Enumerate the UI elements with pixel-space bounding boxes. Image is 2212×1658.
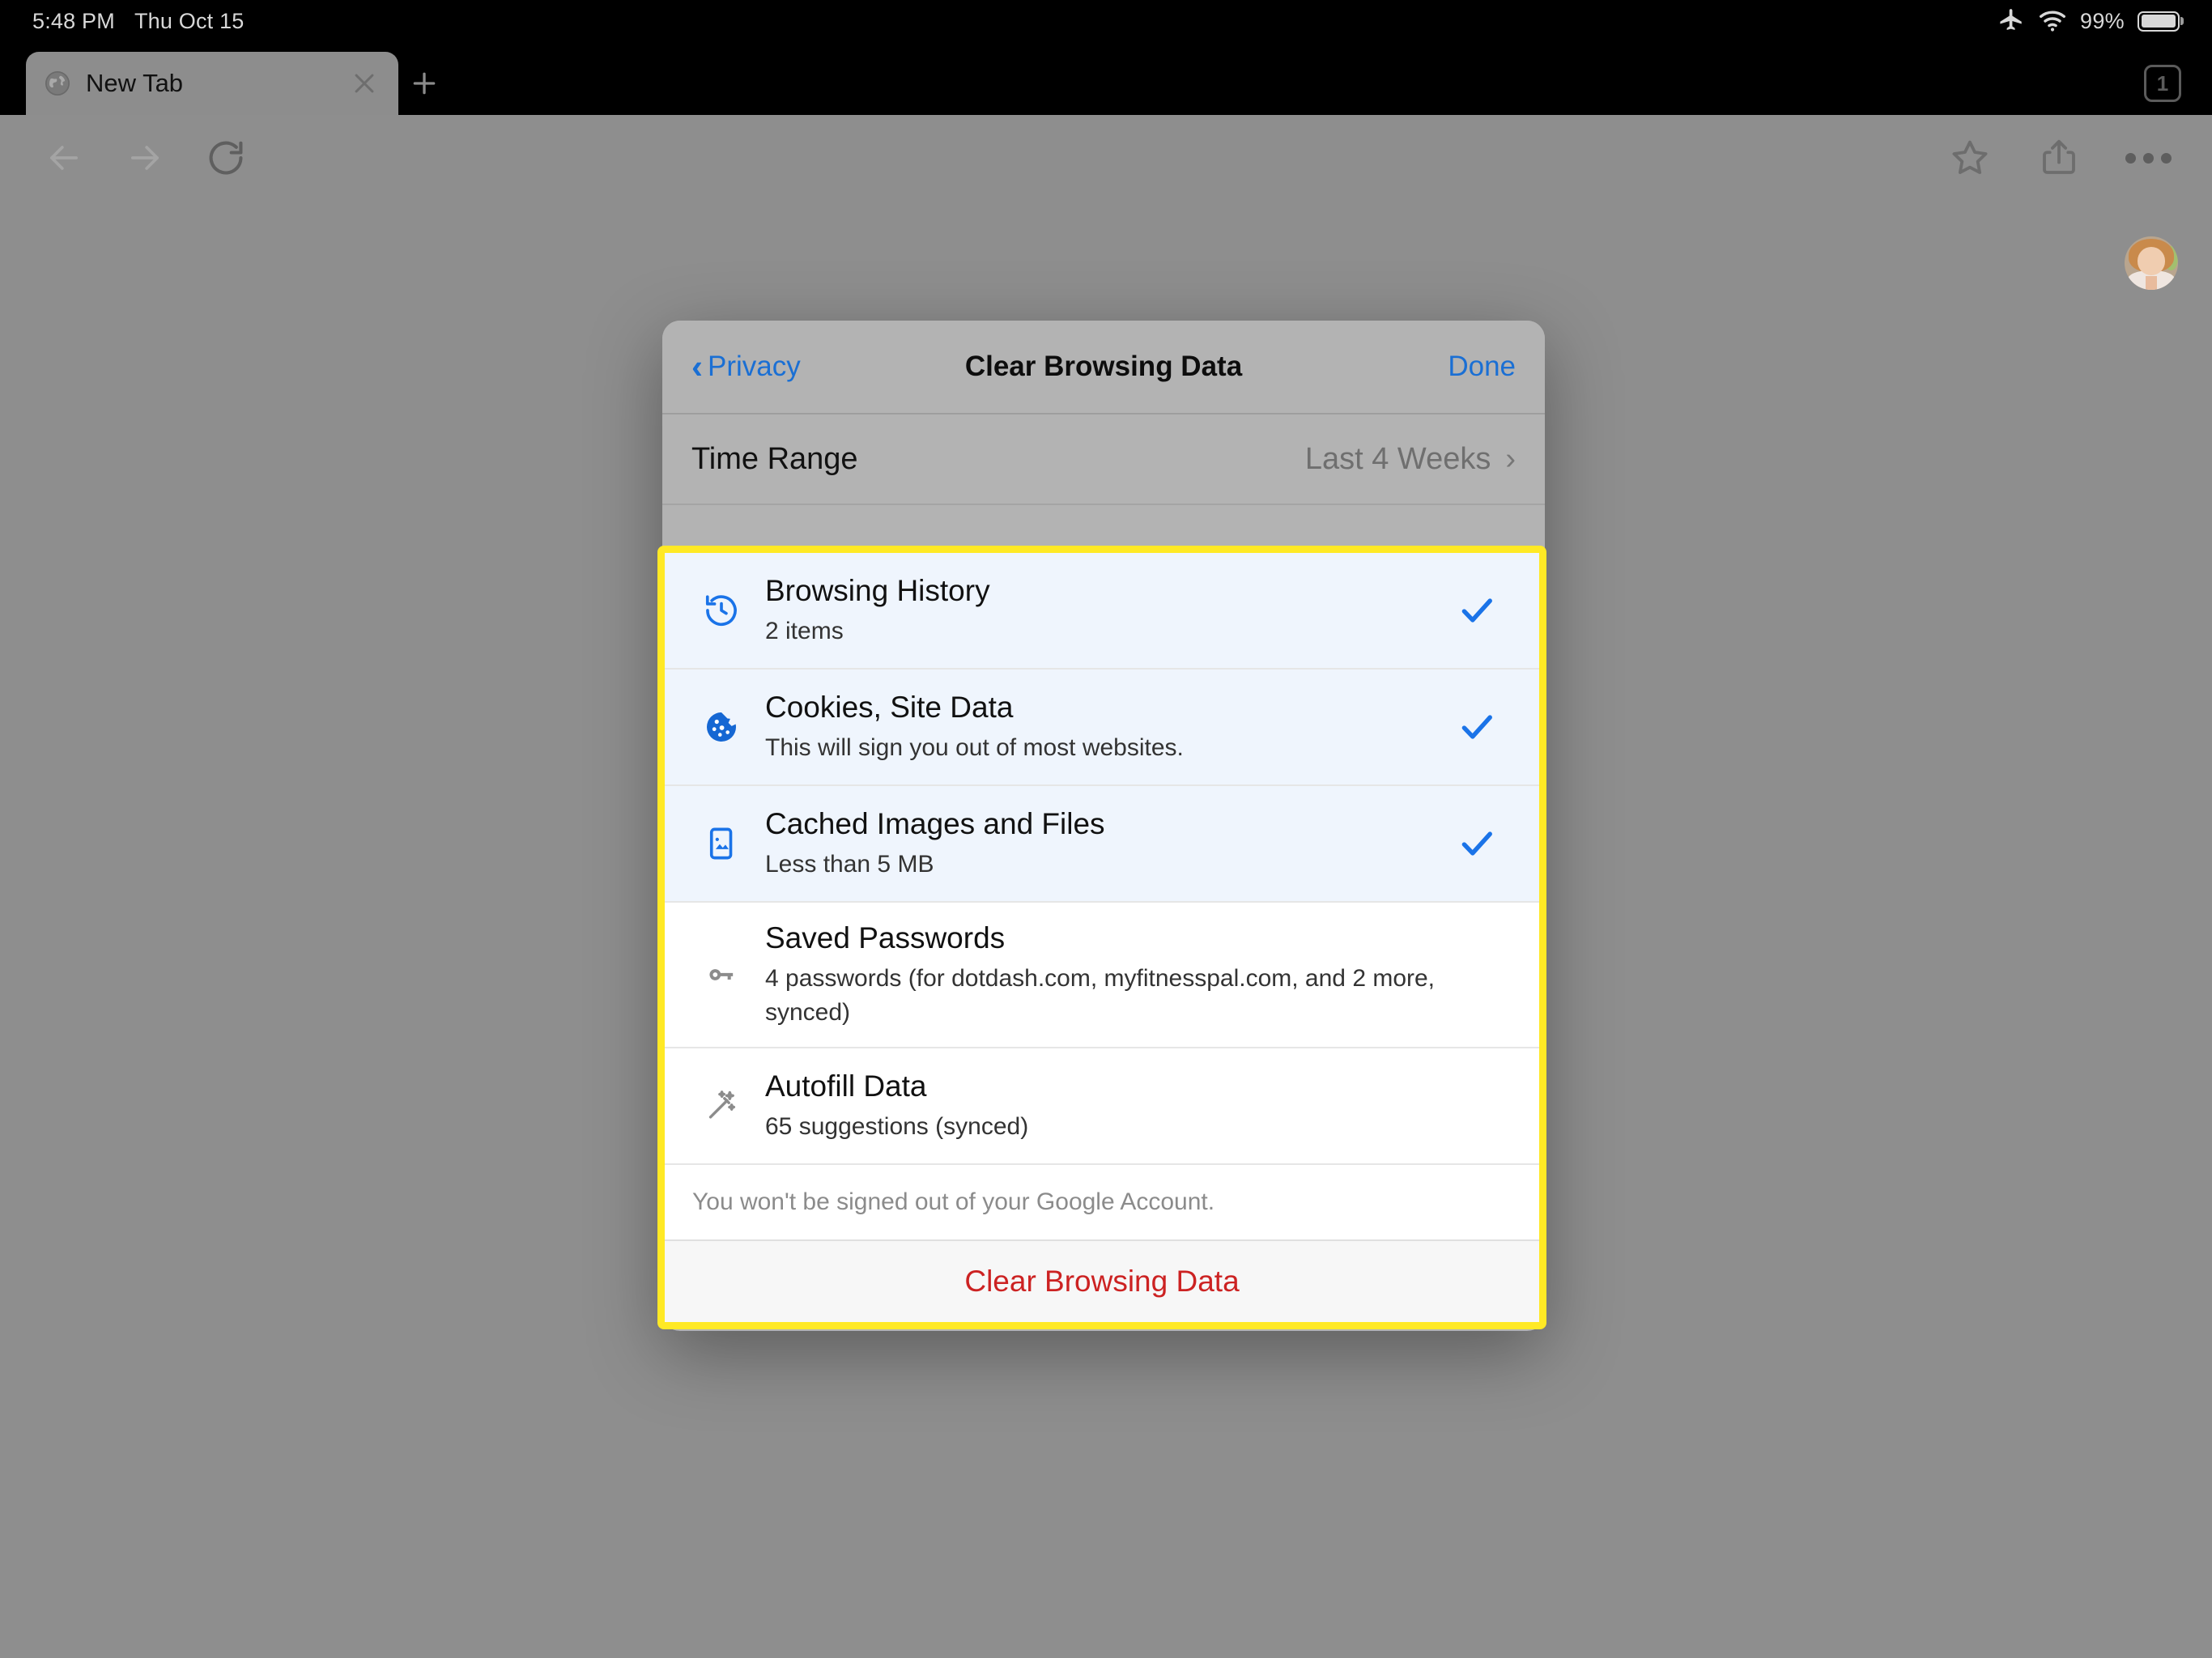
data-row-browsing-history[interactable]: Browsing History 2 items	[665, 553, 1539, 670]
cached-images-icon	[692, 825, 751, 862]
row-subtitle: 4 passwords (for dotdash.com, myfitnessp…	[765, 965, 1436, 1026]
new-tab-button[interactable]	[398, 52, 450, 115]
row-title: Cookies, Site Data	[765, 690, 1014, 724]
reload-icon[interactable]	[191, 123, 261, 193]
footnote-text: You won't be signed out of your Google A…	[692, 1188, 1215, 1216]
time-range-value: Last 4 Weeks	[1304, 441, 1491, 476]
row-text-group: Autofill Data 65 suggestions (synced)	[751, 1051, 1442, 1162]
status-bar-right: 99%	[1997, 7, 2180, 35]
google-account-footnote: You won't be signed out of your Google A…	[665, 1165, 1539, 1242]
row-subtitle: 2 items	[765, 618, 844, 644]
wifi-icon	[2038, 9, 2067, 33]
toolbar-right-actions	[1935, 123, 2183, 193]
checkmark-icon[interactable]	[1442, 590, 1512, 631]
browser-toolbar	[0, 115, 2212, 201]
row-subtitle: 65 suggestions (synced)	[765, 1113, 1029, 1141]
data-row-autofill-data[interactable]: Autofill Data 65 suggestions (synced)	[665, 1048, 1539, 1166]
globe-icon	[44, 70, 71, 97]
row-text-group: Cookies, Site Data This will sign you ou…	[751, 672, 1442, 783]
clear-browsing-data-label: Clear Browsing Data	[964, 1265, 1240, 1299]
battery-icon	[2138, 11, 2180, 32]
time-range-row[interactable]: Time Range Last 4 Weeks ›	[662, 414, 1545, 505]
close-icon[interactable]	[348, 67, 381, 100]
status-bar-left: 5:48 PM Thu Oct 15	[32, 9, 245, 34]
chevron-left-icon: ‹	[691, 347, 703, 385]
dialog-section-gap	[662, 505, 1545, 551]
data-types-highlight-region: Browsing History 2 items Cookies, Site D…	[657, 546, 1546, 1329]
star-icon[interactable]	[1935, 123, 2005, 193]
magic-wand-icon	[692, 1087, 751, 1124]
profile-avatar[interactable]	[2125, 236, 2178, 290]
more-horizontal-icon[interactable]	[2113, 123, 2183, 193]
key-icon	[692, 956, 751, 993]
row-title: Cached Images and Files	[765, 806, 1105, 840]
status-date: Thu Oct 15	[134, 8, 245, 33]
row-title: Browsing History	[765, 573, 990, 607]
cookie-icon	[692, 708, 751, 746]
clear-browsing-data-button[interactable]: Clear Browsing Data	[665, 1241, 1539, 1322]
tab-title: New Tab	[86, 69, 184, 97]
data-row-cookies-site-data[interactable]: Cookies, Site Data This will sign you ou…	[665, 670, 1539, 786]
airplane-icon	[1997, 7, 2025, 35]
data-row-cached-images-and-files[interactable]: Cached Images and Files Less than 5 MB	[665, 786, 1539, 903]
row-subtitle: Less than 5 MB	[765, 851, 934, 878]
tab-strip: New Tab 1	[0, 42, 2212, 115]
row-title: Autofill Data	[765, 1069, 927, 1103]
row-text-group: Browsing History 2 items	[751, 555, 1442, 666]
checkmark-icon[interactable]	[1442, 823, 1512, 864]
share-icon[interactable]	[2024, 123, 2094, 193]
time-range-label: Time Range	[691, 441, 858, 476]
checkmark-icon[interactable]	[1442, 707, 1512, 747]
battery-percent: 99%	[2080, 8, 2125, 33]
status-bar: 5:48 PM Thu Oct 15 99%	[0, 0, 2212, 42]
chevron-right-icon: ›	[1505, 441, 1516, 476]
data-row-saved-passwords[interactable]: Saved Passwords 4 passwords (for dotdash…	[665, 903, 1539, 1049]
back-label: Privacy	[708, 351, 801, 382]
row-title: Saved Passwords	[765, 921, 1006, 954]
arrow-left-icon[interactable]	[29, 123, 99, 193]
status-time: 5:48 PM	[32, 8, 115, 33]
tab-counter[interactable]: 1	[2144, 65, 2181, 102]
dialog-header: ‹ Privacy Clear Browsing Data Done	[662, 321, 1545, 414]
back-to-privacy-button[interactable]: ‹ Privacy	[691, 350, 801, 384]
row-text-group: Saved Passwords 4 passwords (for dotdash…	[751, 903, 1442, 1047]
history-clock-icon	[692, 592, 751, 629]
done-button[interactable]: Done	[1448, 351, 1516, 383]
time-range-value-group: Last 4 Weeks ›	[1305, 442, 1516, 477]
row-subtitle: This will sign you out of most websites.	[765, 734, 1184, 761]
arrow-right-icon[interactable]	[110, 123, 180, 193]
browser-tab[interactable]: New Tab	[26, 52, 398, 115]
row-text-group: Cached Images and Files Less than 5 MB	[751, 789, 1442, 899]
